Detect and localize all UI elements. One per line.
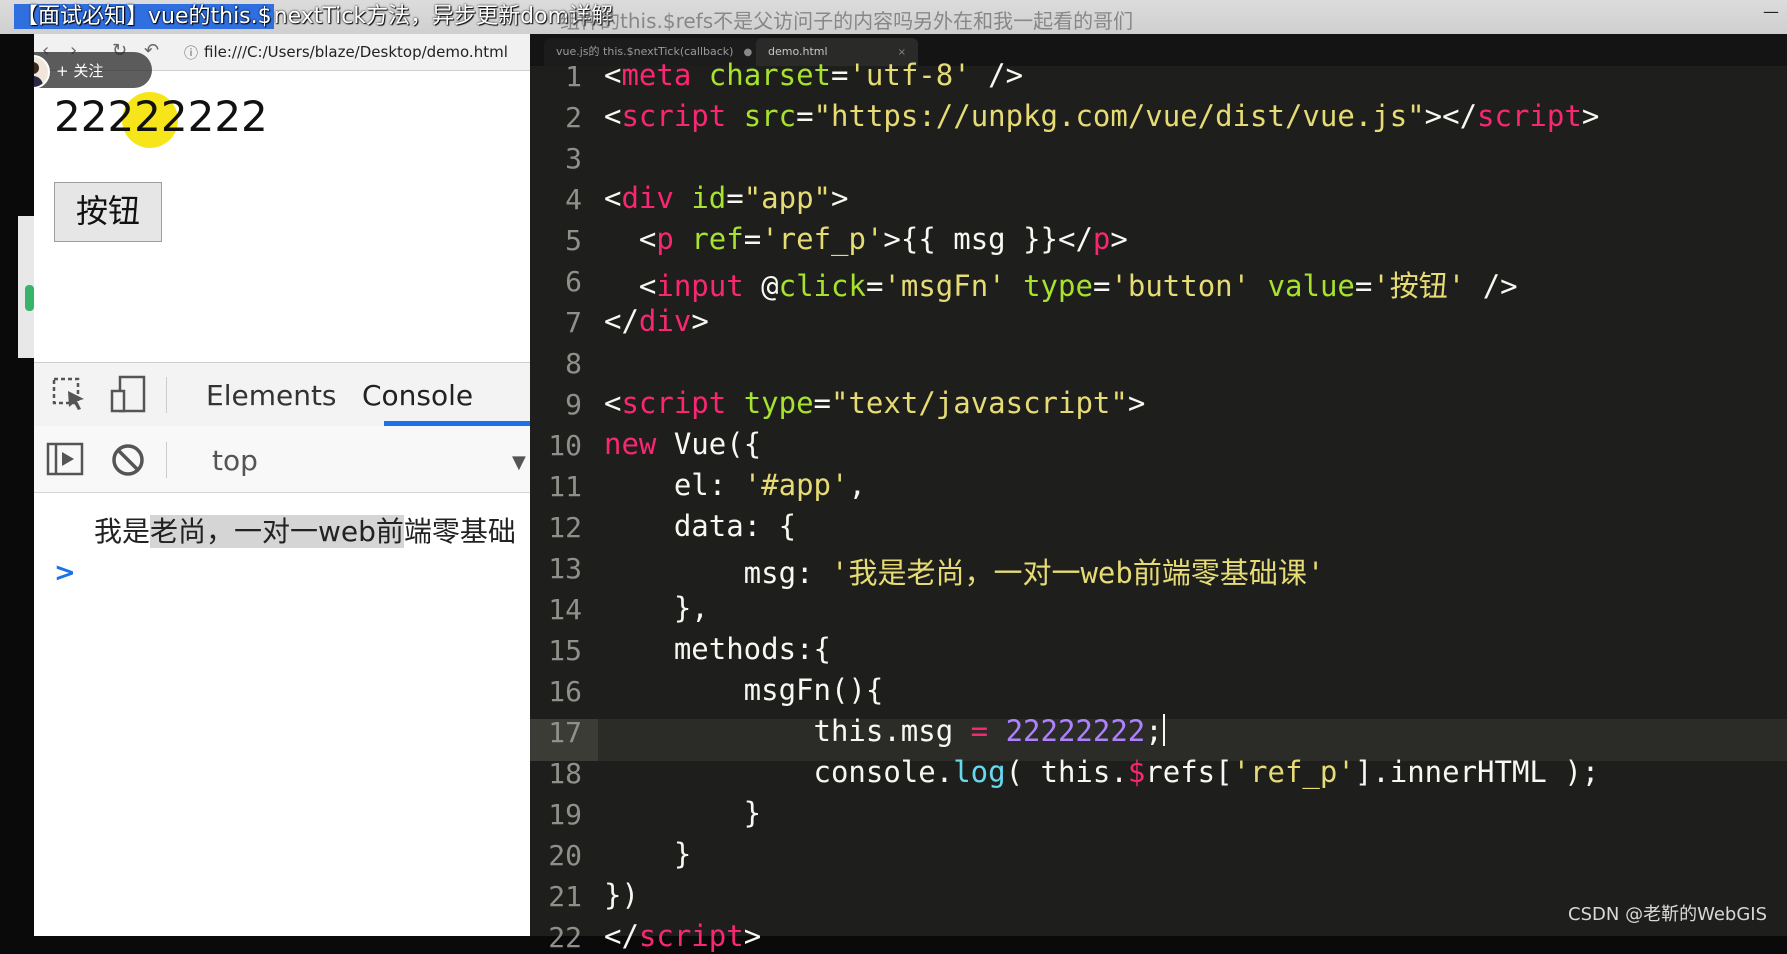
- code-line-17[interactable]: this.msg = 22222222;: [604, 714, 1165, 748]
- video-title-highlight: 【面试必知】vue的this.$: [14, 4, 274, 29]
- chevron-down-icon[interactable]: ▼: [512, 452, 526, 473]
- tab-elements[interactable]: Elements: [206, 379, 337, 412]
- line-number: 17: [548, 716, 582, 749]
- inspect-icon[interactable]: [50, 375, 90, 415]
- line-number: 9: [565, 388, 582, 421]
- code-line-7[interactable]: </div>: [604, 304, 709, 338]
- editor-tab-label: demo.html: [768, 45, 828, 58]
- code-line-13[interactable]: msg: '我是老尚，一对一web前端零基础课': [604, 550, 1325, 592]
- line-number: 14: [548, 593, 582, 626]
- line-number: 15: [548, 634, 582, 667]
- line-number: 4: [565, 183, 582, 216]
- console-log-line: 我是老尚，一对一web前端零基础: [94, 510, 516, 550]
- code-line-14[interactable]: },: [604, 591, 709, 625]
- page-message: 22222222: [54, 92, 268, 141]
- follow-button[interactable]: + 关注: [34, 52, 152, 89]
- devtools-tabbar: Elements Console: [34, 362, 530, 428]
- devtools-separator: [166, 377, 167, 413]
- browser-window: ‹ › ↻ ↶ ⓘ file:///C:/Users/blaze/Desktop…: [34, 34, 530, 936]
- log-text-pre: 我是: [94, 515, 151, 548]
- page-button[interactable]: 按钮: [54, 182, 162, 242]
- device-toggle-icon[interactable]: [108, 375, 148, 415]
- line-number: 21: [548, 880, 582, 913]
- line-number: 12: [548, 511, 582, 544]
- context-selector[interactable]: top: [212, 444, 258, 477]
- video-title-bar: 【面试必知】vue的this.$nextTick方法，异步更新dom详解 组件的…: [0, 0, 1787, 35]
- log-text-post: 端零基础: [403, 515, 516, 548]
- file-icon: ⓘ: [184, 46, 198, 62]
- line-number: 13: [548, 552, 582, 585]
- tab-console[interactable]: Console: [362, 379, 473, 412]
- line-number: 11: [548, 470, 582, 503]
- code-line-22[interactable]: </script>: [604, 919, 761, 953]
- line-number: 20: [548, 839, 582, 872]
- line-number: 3: [565, 142, 582, 175]
- clear-console-icon[interactable]: [108, 440, 148, 480]
- line-number: 5: [565, 224, 582, 257]
- close-icon[interactable]: ●: [743, 47, 752, 58]
- line-number: 10: [548, 429, 582, 462]
- overlay-comment: 组件的this.$refs不是父访问子的内容吗另外在和我一起看的哥们: [560, 9, 1134, 33]
- line-number: 6: [565, 265, 582, 298]
- code-editor: vue.js的 this.$nextTick(callback) ● demo.h…: [530, 34, 1787, 954]
- close-icon[interactable]: ×: [898, 47, 906, 58]
- line-number: 8: [565, 347, 582, 380]
- address-url[interactable]: file:///C:/Users/blaze/Desktop/demo.html: [204, 43, 508, 61]
- log-text-selected: 老尚，一对一web前: [150, 515, 404, 548]
- left-edge-strip: [0, 34, 34, 936]
- code-line-12[interactable]: data: {: [604, 509, 796, 543]
- watermark: CSDN @老靳的WebGIS: [1568, 904, 1767, 925]
- code-line-19[interactable]: }: [604, 796, 761, 830]
- toolbar-separator: [166, 442, 167, 478]
- code-line-5[interactable]: <p ref='ref_p'>{{ msg }}</p>: [604, 222, 1128, 256]
- line-number: 2: [565, 101, 582, 134]
- avatar: [34, 55, 50, 89]
- text-caret: [1162, 714, 1165, 746]
- code-line-20[interactable]: }: [604, 837, 691, 871]
- devtools-panel: Elements Console top ▼ 我是老尚，一对一web前端零基础 …: [34, 362, 530, 936]
- editor-tab-label: vue.js的 this.$nextTick(callback): [556, 45, 734, 58]
- strip-indicator: [25, 285, 34, 311]
- avatar-head: [34, 62, 39, 74]
- line-number: 16: [548, 675, 582, 708]
- follow-label: + 关注: [56, 62, 104, 80]
- line-number: 7: [565, 306, 582, 339]
- video-title: 【面试必知】vue的this.$nextTick方法，异步更新dom详解: [14, 4, 613, 30]
- code-line-16[interactable]: msgFn(){: [604, 673, 884, 707]
- code-line-10[interactable]: new Vue({: [604, 427, 761, 461]
- code-line-2[interactable]: <script src="https://unpkg.com/vue/dist/…: [604, 99, 1599, 133]
- code-line-9[interactable]: <script type="text/javascript">: [604, 386, 1145, 420]
- code-line-21[interactable]: }): [604, 878, 639, 912]
- line-number: 22: [548, 921, 582, 954]
- code-line-4[interactable]: <div id="app">: [604, 181, 849, 215]
- console-prompt[interactable]: >: [54, 558, 76, 588]
- code-line-6[interactable]: <input @click='msgFn' type='button' valu…: [604, 263, 1518, 305]
- console-toolbar: top ▼: [34, 426, 530, 493]
- line-number: 18: [548, 757, 582, 790]
- avatar-body: [34, 76, 43, 87]
- code-line-18[interactable]: console.log( this.$refs['ref_p'].innerHT…: [604, 755, 1600, 789]
- sidebar-toggle-icon[interactable]: [46, 440, 86, 480]
- code-line-11[interactable]: el: '#app',: [604, 468, 866, 502]
- line-number: 19: [548, 798, 582, 831]
- line-number: 1: [565, 60, 582, 93]
- code-line-1[interactable]: <meta charset='utf-8' />: [604, 58, 1023, 92]
- window-controls[interactable]: —: [1763, 2, 1779, 21]
- code-line-15[interactable]: methods:{: [604, 632, 831, 666]
